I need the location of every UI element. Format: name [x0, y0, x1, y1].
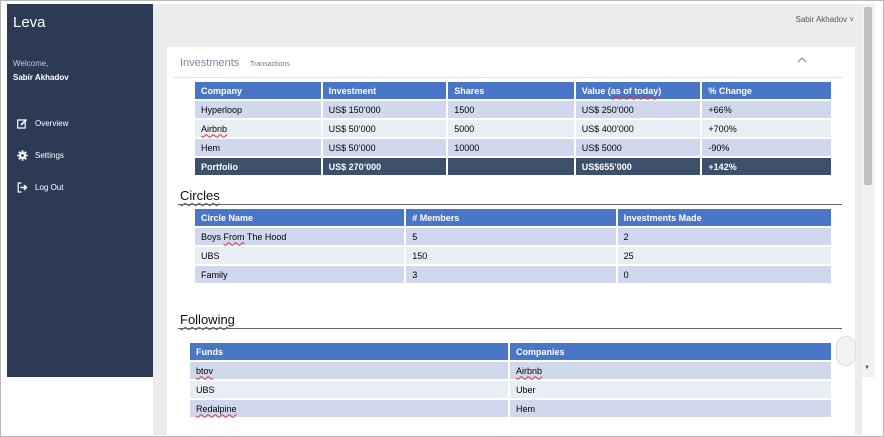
table-cell: Hem	[193, 137, 323, 158]
investments-panel: Investments Transactions Company Investm…	[167, 47, 855, 435]
brand-logo[interactable]: Leva	[13, 14, 46, 31]
following-title: Following	[180, 312, 235, 327]
table-cell: +142%	[700, 156, 833, 177]
sidebar-item-overview[interactable]: Overview	[16, 114, 68, 132]
tab-transactions[interactable]: Transactions	[250, 61, 290, 68]
column-header[interactable]: Circle Name	[192, 207, 407, 228]
floating-action-button[interactable]	[836, 336, 856, 366]
table-cell: US$655’000	[573, 156, 703, 177]
table-header-row: Circle Name # Members Investments Made	[192, 207, 834, 228]
column-header[interactable]: Companies	[507, 341, 834, 362]
circles-title: Circles	[180, 188, 220, 203]
sidebar: Leva Welcome, Sabir Akhadov Overview Set…	[7, 4, 153, 377]
table-row[interactable]: Boys From The Hood 5 2	[192, 226, 834, 247]
table-cell	[446, 156, 576, 177]
table-row[interactable]: Family 3 0	[192, 264, 834, 285]
table-row[interactable]: UBS Uber	[188, 379, 834, 400]
table-row[interactable]: UBS 150 25	[192, 245, 834, 266]
table-cell: US$ 250’000	[573, 99, 703, 120]
scroll-down-arrow-icon[interactable]: ▼	[864, 365, 870, 371]
table-cell: -90%	[700, 137, 833, 158]
welcome-text: Welcome,	[13, 59, 49, 68]
edit-icon	[16, 117, 28, 129]
table-row[interactable]: btov Airbnb	[188, 360, 834, 381]
column-header[interactable]: % Change	[700, 80, 833, 101]
table-cell: Portfolio	[193, 156, 323, 177]
investments-table: Company Investment Shares Value (as of t…	[193, 80, 833, 177]
table-cell: US$ 5000	[573, 137, 703, 158]
table-cell: UBS	[192, 245, 407, 266]
user-menu[interactable]: Sabir Akhadov ˅	[796, 15, 854, 24]
table-cell: US$ 50’000	[320, 137, 449, 158]
table-cell: 5000	[446, 118, 576, 139]
column-header[interactable]: Investments Made	[615, 207, 834, 228]
table-cell: US$ 50’000	[320, 118, 449, 139]
panel-title: Investments	[180, 57, 240, 69]
sidebar-item-label: Log Out	[35, 182, 64, 192]
column-header[interactable]: Value (as of today)	[573, 80, 703, 101]
sign-out-icon	[16, 181, 28, 193]
table-cell: 5	[404, 226, 618, 247]
column-header[interactable]: Shares	[446, 80, 576, 101]
panel-header: Investments Transactions	[173, 47, 843, 78]
circles-table: Circle Name # Members Investments Made B…	[192, 207, 834, 285]
portfolio-total-row: Portfolio US$ 270’000 US$655’000 +142%	[193, 156, 833, 177]
sidebar-item-logout[interactable]: Log Out	[16, 178, 63, 196]
table-row[interactable]: Hem US$ 50’000 10000 US$ 5000 -90%	[193, 137, 833, 158]
table-cell: 2	[615, 226, 834, 247]
table-cell: US$ 150’000	[320, 99, 449, 120]
sidebar-item-label: Overview	[35, 118, 69, 128]
table-cell: US$ 270’000	[320, 156, 449, 177]
section-divider	[178, 328, 842, 329]
table-cell: Boys From The Hood	[192, 226, 407, 247]
table-row[interactable]: Airbnb US$ 50’000 5000 US$ 400’000 +700%	[193, 118, 833, 139]
table-cell: 10000	[446, 137, 576, 158]
table-cell: Airbnb	[193, 118, 323, 139]
column-header[interactable]: Company	[193, 80, 323, 101]
table-cell: Hem	[507, 398, 834, 419]
table-row[interactable]: Redalpine Hem	[188, 398, 834, 419]
table-cell: btov	[188, 360, 510, 381]
table-cell: 25	[615, 245, 834, 266]
table-cell: Redalpine	[188, 398, 510, 419]
chevron-up-icon[interactable]	[797, 55, 807, 66]
following-table: Funds Companies btov Airbnb UBS Uber Red…	[188, 341, 834, 419]
table-cell: 1500	[446, 99, 576, 120]
table-cell: UBS	[188, 379, 510, 400]
table-cell: US$ 400’000	[573, 118, 703, 139]
user-name: Sabir Akhadov	[13, 73, 69, 82]
sidebar-item-label: Settings	[35, 150, 64, 160]
table-cell: 3	[404, 264, 618, 285]
table-row[interactable]: Hyperloop US$ 150’000 1500 US$ 250’000 +…	[193, 99, 833, 120]
sidebar-item-settings[interactable]: Settings	[16, 146, 64, 164]
table-header-row: Company Investment Shares Value (as of t…	[193, 80, 833, 101]
scrollbar-thumb[interactable]	[864, 7, 872, 185]
table-header-row: Funds Companies	[188, 341, 834, 362]
column-header[interactable]: Investment	[320, 80, 449, 101]
section-divider	[178, 204, 842, 205]
table-cell: +700%	[700, 118, 833, 139]
table-cell: Hyperloop	[193, 99, 323, 120]
main-content: Investments Transactions Company Investm…	[153, 40, 862, 435]
table-cell: 150	[404, 245, 618, 266]
table-cell: 0	[615, 264, 834, 285]
gear-icon	[16, 149, 28, 161]
top-bar: Sabir Akhadov ˅	[153, 4, 862, 40]
table-cell: Airbnb	[507, 360, 834, 381]
table-cell: Family	[192, 264, 407, 285]
column-header[interactable]: # Members	[404, 207, 618, 228]
column-header[interactable]: Funds	[188, 341, 510, 362]
table-cell: Uber	[507, 379, 834, 400]
table-cell: +66%	[700, 99, 833, 120]
